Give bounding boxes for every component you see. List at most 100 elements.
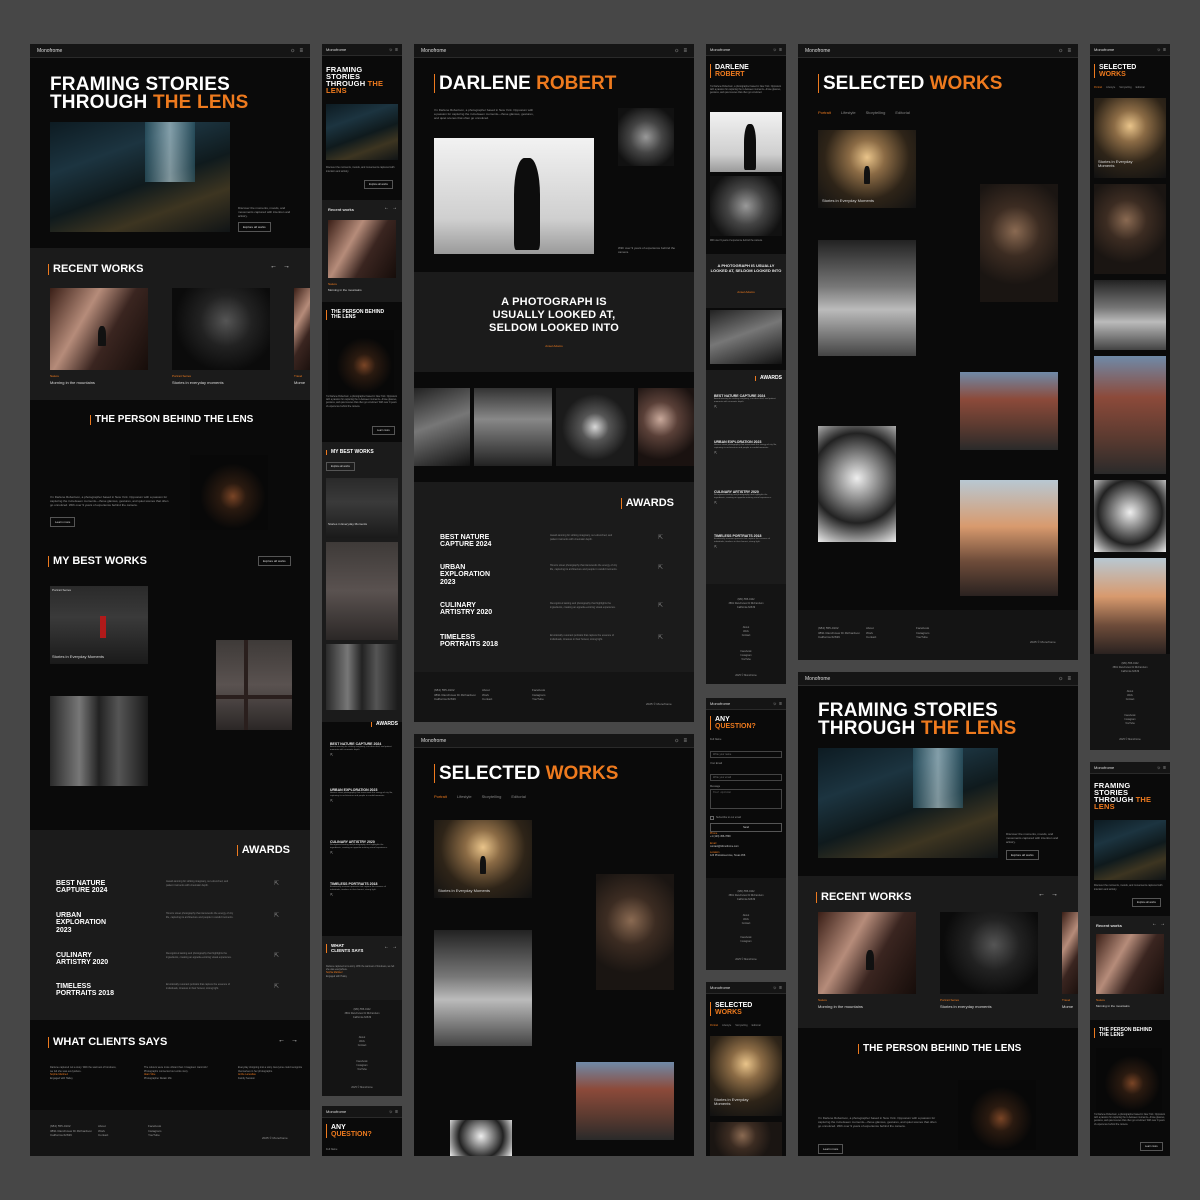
external-link-icon[interactable]: ⇱ bbox=[714, 544, 778, 549]
menu-icon[interactable]: ≡ bbox=[683, 738, 687, 744]
tab-portrait[interactable]: Portrait bbox=[1094, 86, 1102, 89]
footer-link[interactable]: Contact bbox=[322, 1044, 402, 1048]
sun-icon[interactable]: ☼ bbox=[388, 47, 393, 53]
best-window-image[interactable] bbox=[326, 542, 398, 640]
tab-portrait[interactable]: Portrait bbox=[818, 110, 831, 115]
best-window-image[interactable] bbox=[216, 640, 292, 730]
work-image[interactable] bbox=[960, 372, 1058, 450]
recent-work-image[interactable] bbox=[1062, 912, 1078, 994]
explore-all-button[interactable]: Explore all works bbox=[258, 556, 291, 566]
learn-more-button[interactable]: Learn more bbox=[1140, 1142, 1163, 1151]
brand-logo[interactable]: Monofrome bbox=[1094, 47, 1114, 52]
brand-logo[interactable]: Monofrome bbox=[710, 985, 730, 990]
menu-icon[interactable]: ≡ bbox=[395, 1109, 398, 1115]
subscribe-checkbox[interactable] bbox=[710, 815, 714, 820]
sun-icon[interactable]: ☼ bbox=[772, 701, 777, 707]
social-link[interactable]: Facebook bbox=[916, 626, 929, 631]
brand-logo[interactable]: Monofrome bbox=[805, 48, 830, 54]
recent-caption[interactable]: Morning in the mountains bbox=[818, 1004, 863, 1009]
explore-button[interactable]: Explore all works bbox=[1132, 898, 1161, 907]
work-image[interactable] bbox=[450, 1120, 512, 1156]
external-link-icon[interactable]: ⇱ bbox=[714, 500, 778, 505]
menu-icon[interactable]: ≡ bbox=[779, 985, 782, 991]
arrow-right-icon[interactable]: → bbox=[1160, 921, 1168, 927]
recent-caption[interactable]: Morning in the mountains bbox=[1096, 1004, 1130, 1008]
brand-logo[interactable]: Monofrome bbox=[710, 47, 730, 52]
brand-logo[interactable]: Monofrome bbox=[710, 701, 730, 706]
footer-link[interactable]: Contact bbox=[866, 635, 876, 640]
sun-icon[interactable]: ☼ bbox=[388, 1109, 393, 1115]
explore-button[interactable]: Explore all works bbox=[364, 180, 393, 189]
gallery-image[interactable] bbox=[710, 310, 782, 364]
footer-link[interactable]: Contact bbox=[482, 697, 492, 702]
social-link[interactable]: Facebook bbox=[148, 1124, 161, 1129]
arrow-right-icon[interactable]: → bbox=[392, 944, 400, 950]
social-link[interactable]: Facebook bbox=[532, 688, 545, 693]
tab-portrait[interactable]: Portrait bbox=[710, 1024, 718, 1027]
best-stairs-image[interactable] bbox=[50, 696, 148, 786]
sun-icon[interactable]: ☼ bbox=[674, 48, 680, 54]
sun-icon[interactable]: ☼ bbox=[1156, 765, 1161, 771]
footer-link[interactable]: Contact bbox=[98, 1133, 108, 1138]
social-link[interactable]: YouTube bbox=[706, 658, 786, 662]
menu-icon[interactable]: ≡ bbox=[1163, 765, 1166, 771]
work-image[interactable] bbox=[1094, 184, 1166, 274]
work-image[interactable] bbox=[1094, 356, 1166, 474]
work-image[interactable] bbox=[960, 480, 1058, 596]
gallery-image[interactable] bbox=[638, 388, 694, 466]
sun-icon[interactable]: ☼ bbox=[772, 985, 777, 991]
tab-portrait[interactable]: Portrait bbox=[434, 794, 447, 799]
tab-storytelling[interactable]: Storytelling bbox=[735, 1024, 747, 1027]
brand-logo[interactable]: Monofrome bbox=[421, 48, 446, 54]
brand-logo[interactable]: Monofrome bbox=[1094, 765, 1114, 770]
sun-icon[interactable]: ☼ bbox=[674, 738, 680, 744]
external-link-icon[interactable]: ⇱ bbox=[330, 850, 394, 855]
work-image[interactable] bbox=[818, 130, 916, 208]
recent-caption[interactable]: Morning in the mountains bbox=[328, 288, 362, 292]
external-link-icon[interactable]: ⇱ bbox=[330, 892, 394, 897]
recent-work-image[interactable] bbox=[940, 912, 1038, 994]
recent-work-image[interactable] bbox=[328, 220, 396, 278]
social-link[interactable]: YouTube bbox=[916, 635, 929, 640]
sun-icon[interactable]: ☼ bbox=[1058, 48, 1064, 54]
recent-caption[interactable]: Mome bbox=[294, 380, 305, 385]
external-link-icon[interactable]: ⇱ bbox=[274, 880, 279, 887]
menu-icon[interactable]: ≡ bbox=[683, 48, 687, 54]
work-image[interactable] bbox=[1094, 280, 1166, 350]
external-link-icon[interactable]: ⇱ bbox=[330, 798, 394, 803]
explore-button[interactable]: Explore all works bbox=[1006, 850, 1039, 860]
message-textarea[interactable] bbox=[710, 788, 782, 809]
external-link-icon[interactable]: ⇱ bbox=[658, 602, 663, 609]
social-link[interactable]: YouTube bbox=[532, 697, 545, 702]
external-link-icon[interactable]: ⇱ bbox=[274, 983, 279, 990]
explore-button[interactable]: Explore all works bbox=[238, 222, 271, 232]
sun-icon[interactable]: ☼ bbox=[290, 48, 296, 54]
social-link[interactable]: YouTube bbox=[322, 1068, 402, 1072]
arrow-right-icon[interactable]: → bbox=[1051, 891, 1064, 898]
brand-logo[interactable]: Monofrome bbox=[421, 738, 446, 744]
arrow-left-icon[interactable]: ← bbox=[1038, 891, 1051, 898]
sun-icon[interactable]: ☼ bbox=[772, 47, 777, 53]
learn-more-button[interactable]: Learn more bbox=[50, 517, 76, 527]
send-button[interactable]: Send bbox=[710, 822, 782, 832]
menu-icon[interactable]: ≡ bbox=[1067, 676, 1071, 682]
recent-caption[interactable]: Mome bbox=[1062, 1004, 1073, 1009]
recent-work-image[interactable] bbox=[294, 288, 310, 370]
tab-lifestyle[interactable]: Lifestyle bbox=[1106, 86, 1115, 89]
work-image[interactable] bbox=[434, 820, 532, 898]
work-image[interactable] bbox=[980, 184, 1058, 302]
work-image[interactable] bbox=[1094, 558, 1166, 654]
arrow-right-icon[interactable]: → bbox=[392, 205, 400, 211]
social-link[interactable]: YouTube bbox=[148, 1133, 161, 1138]
external-link-icon[interactable]: ⇱ bbox=[658, 534, 663, 541]
explore-all-button[interactable]: Explore all works bbox=[326, 462, 355, 471]
tab-lifestyle[interactable]: Lifestyle bbox=[457, 794, 472, 799]
social-link[interactable]: YouTube bbox=[1090, 722, 1170, 726]
learn-more-button[interactable]: Learn more bbox=[818, 1144, 844, 1154]
arrow-left-icon[interactable]: ← bbox=[384, 944, 392, 950]
tab-storytelling[interactable]: Storytelling bbox=[482, 794, 502, 799]
external-link-icon[interactable]: ⇱ bbox=[714, 404, 778, 409]
work-image[interactable] bbox=[818, 426, 896, 542]
tab-lifestyle[interactable]: Lifestyle bbox=[722, 1024, 731, 1027]
work-image[interactable] bbox=[818, 240, 916, 356]
